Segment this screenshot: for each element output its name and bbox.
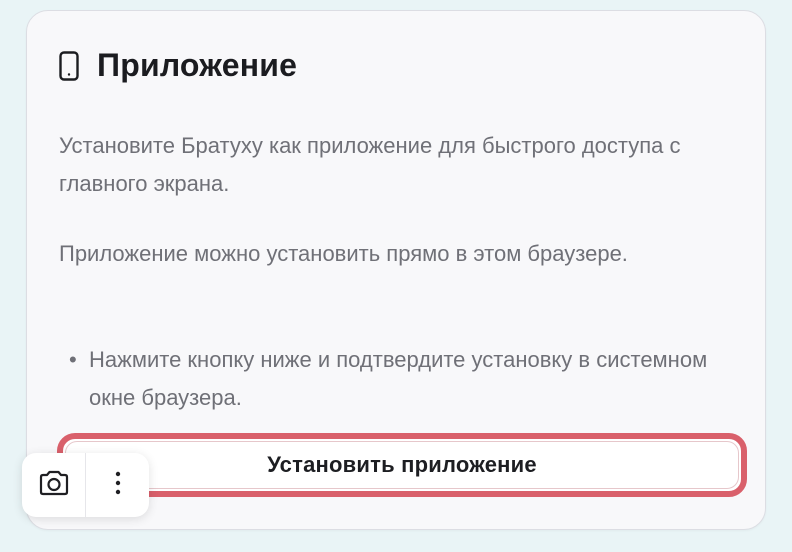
- more-options-button[interactable]: [86, 453, 149, 517]
- more-vertical-icon: [114, 469, 122, 502]
- app-install-card: Приложение Установите Братуху как прилож…: [26, 10, 766, 530]
- install-app-button[interactable]: Установить приложение: [57, 433, 747, 497]
- camera-icon: [37, 469, 71, 502]
- instruction-text: Нажмите кнопку ниже и подтвердите устано…: [89, 347, 708, 410]
- bullet-symbol: •: [69, 347, 77, 372]
- phone-icon: [59, 50, 79, 81]
- list-item: • Нажмите кнопку ниже и подтвердите уста…: [69, 341, 729, 417]
- install-button-label: Установить приложение: [267, 452, 537, 477]
- install-description: Установите Братуху как приложение для бы…: [59, 133, 681, 196]
- card-header: Приложение: [59, 47, 297, 84]
- card-title: Приложение: [97, 47, 298, 83]
- floating-toolbar: [22, 453, 149, 517]
- camera-button[interactable]: [22, 453, 85, 517]
- browser-install-note: Приложение можно установить прямо в этом…: [59, 241, 628, 266]
